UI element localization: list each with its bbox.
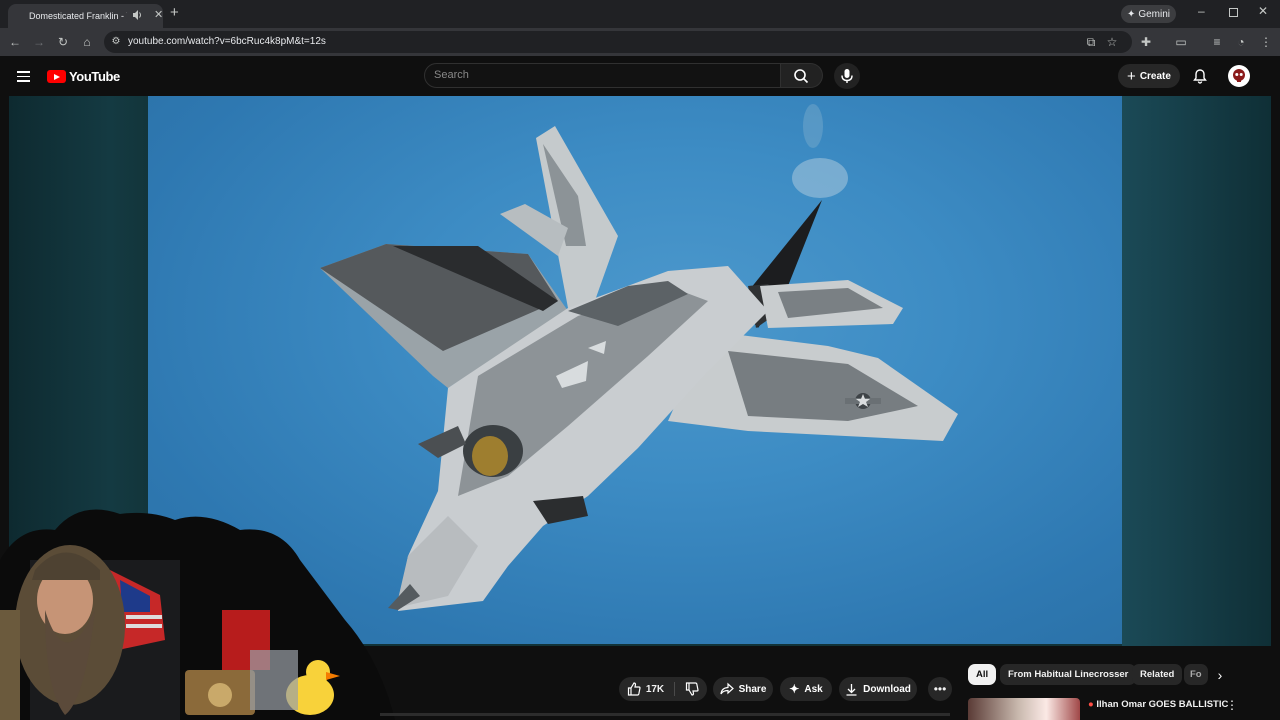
like-dislike-group: 17K [619, 677, 707, 701]
tab-title: Domesticated Franklin - Yo [29, 11, 127, 21]
voice-search-button[interactable] [834, 63, 860, 89]
chip-label: From Habitual Linecrosser [1008, 669, 1129, 680]
ask-label: Ask [804, 683, 823, 695]
browser-toolbar: ← → ↻ ⌂ ⚙ youtube.com/watch?v=6bcRuc4k8p… [0, 28, 1280, 56]
url-text: youtube.com/watch?v=6bcRuc4k8pM&t=12s [128, 36, 326, 47]
back-icon[interactable]: ← [8, 35, 22, 49]
share-arrow-icon [719, 682, 734, 695]
youtube-masthead: YouTube + Create [0, 56, 1280, 96]
youtube-logo[interactable]: YouTube [47, 69, 120, 84]
share-button[interactable]: Share [713, 677, 773, 701]
download-icon [846, 683, 857, 696]
window-close-icon[interactable]: ✕ [1258, 4, 1268, 18]
minimize-icon[interactable]: – [1198, 4, 1205, 18]
extensions-icon[interactable]: ✚ [1139, 35, 1153, 49]
forward-icon[interactable]: → [32, 35, 46, 49]
profile-icon[interactable]: ◔ [1234, 35, 1248, 49]
thumbs-down-icon [685, 682, 699, 696]
search-icon [794, 69, 809, 84]
reload-icon[interactable]: ↻ [56, 35, 70, 49]
speaker-icon[interactable] [132, 9, 142, 21]
home-icon[interactable]: ⌂ [80, 35, 94, 49]
thumbs-up-icon [627, 682, 641, 696]
account-avatar[interactable] [1228, 65, 1250, 87]
browser-menu-icon[interactable]: ⋮ [1259, 35, 1273, 49]
chip-truncated[interactable]: Fo [1184, 664, 1208, 685]
recommendation-title-row[interactable]: ● Ilhan Omar GOES BALLISTIC [1088, 699, 1228, 710]
chip-label: Related [1140, 669, 1175, 680]
chip-from-channel[interactable]: From Habitual Linecrosser [1000, 664, 1137, 685]
scroll-track [380, 713, 950, 716]
ask-button[interactable]: ✦ Ask [780, 677, 832, 701]
media-control-icon[interactable]: ≡ [1210, 35, 1224, 49]
new-tab-icon[interactable]: + [170, 5, 179, 21]
gemini-label: Gemini [1138, 8, 1171, 20]
more-horizontal-icon: ••• [933, 682, 947, 696]
microphone-icon [841, 69, 853, 83]
tab-close-icon[interactable]: ✕ [154, 9, 163, 21]
chip-label: Fo [1190, 669, 1202, 680]
webcam-overlay [0, 509, 395, 720]
bookmark-star-icon[interactable]: ☆ [1105, 35, 1119, 49]
chevron-right-icon[interactable]: › [1212, 667, 1228, 683]
restore-icon[interactable] [1229, 8, 1238, 17]
more-actions-button[interactable]: ••• [928, 677, 952, 701]
address-bar[interactable]: ⚙ youtube.com/watch?v=6bcRuc4k8pM&t=12s … [104, 31, 1132, 53]
like-divider [674, 682, 675, 696]
browser-tab[interactable]: Domesticated Franklin - Yo ✕ [8, 4, 163, 28]
gemini-button[interactable]: ✦ Gemini [1121, 5, 1176, 23]
hamburger-menu-icon[interactable] [17, 71, 30, 82]
player-backdrop-right [1122, 96, 1271, 646]
skull-avatar-icon [1233, 69, 1245, 82]
search-input[interactable] [434, 69, 764, 81]
search-button[interactable] [781, 63, 823, 88]
download-button[interactable]: Download [839, 677, 917, 701]
recommendation-thumbnail[interactable] [968, 698, 1080, 720]
plus-icon: + [1127, 67, 1136, 85]
create-label: Create [1139, 70, 1171, 82]
site-info-icon[interactable]: ⚙ [109, 35, 123, 49]
sparkle-icon: ✦ [789, 682, 800, 696]
download-label: Download [863, 683, 911, 695]
sparkle-icon: ✦ [1126, 8, 1136, 20]
cast-icon[interactable]: ▭ [1174, 35, 1188, 49]
recommendation-menu-icon[interactable]: ⋮ [1226, 698, 1238, 712]
search-box [424, 63, 781, 88]
chip-related[interactable]: Related [1132, 664, 1183, 685]
recommendation-title: Ilhan Omar GOES BALLISTIC [1096, 699, 1229, 710]
dislike-button[interactable] [679, 677, 705, 701]
live-dot-icon: ● [1088, 699, 1094, 710]
browser-tab-strip: Domesticated Franklin - Yo ✕ + ✦ Gemini … [0, 0, 1280, 28]
like-button[interactable]: 17K [619, 677, 672, 701]
chip-all[interactable]: All [968, 664, 997, 685]
youtube-logo-text: YouTube [69, 69, 120, 84]
chip-label: All [976, 669, 989, 680]
share-label: Share [738, 683, 767, 695]
create-button[interactable]: + Create [1118, 64, 1180, 88]
install-app-icon[interactable]: ⧉ [1084, 35, 1098, 49]
youtube-play-icon [47, 70, 66, 83]
notifications-bell-icon[interactable] [1192, 68, 1208, 84]
like-count: 17K [645, 683, 665, 695]
